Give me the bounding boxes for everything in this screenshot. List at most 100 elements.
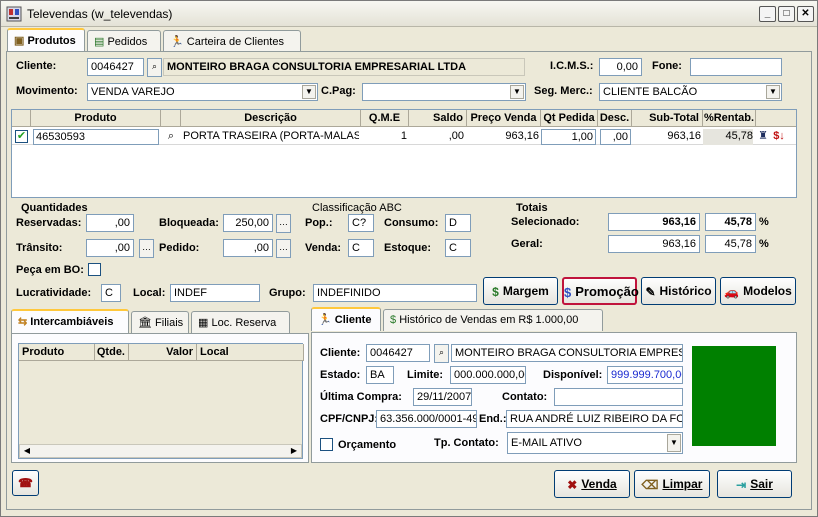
tp-contato-value: E-MAIL ATIVO — [511, 437, 582, 449]
chevron-down-icon[interactable]: ▼ — [766, 85, 780, 99]
product-lookup-icon[interactable]: ⌕ — [163, 129, 179, 145]
money-bag-icon[interactable]: ♜ — [756, 129, 770, 145]
contato-field — [554, 388, 683, 406]
products-grid: Produto Descrição Q.M.E Saldo Preço Vend… — [11, 109, 797, 198]
transito-label: Trânsito: — [16, 242, 63, 254]
left-grid-header-local[interactable]: Local — [197, 344, 304, 361]
orcamento-checkbox[interactable] — [320, 438, 333, 451]
consumo-field: D — [445, 214, 471, 232]
icms-field[interactable]: 0,00 — [599, 58, 642, 76]
tab-historico-vendas[interactable]: $ Histórico de Vendas em R$ 1.000,00 — [383, 309, 603, 331]
tab-filiais[interactable]: 🏛 Filiais — [131, 311, 189, 333]
cell-produto[interactable]: 46530593 — [33, 129, 159, 145]
cart-icon: ✖ — [567, 477, 578, 492]
panel-cliente-search-button[interactable]: ⌕ — [434, 344, 449, 363]
venda-label: Venda: — [305, 242, 342, 254]
cell-qme: 1 — [400, 130, 407, 142]
grid-header-btn — [161, 110, 181, 127]
tab-loc-reserva[interactable]: ▦ Loc. Reserva — [191, 311, 290, 333]
modelos-button[interactable]: 🚗 Modelos — [720, 277, 796, 305]
fone-label: Fone: — [652, 60, 682, 72]
historico-button[interactable]: ✎ Histórico — [641, 277, 716, 305]
margem-button[interactable]: $ Margem — [483, 277, 558, 305]
tab-intercambiaveis[interactable]: ⇆ Intercambiáveis — [11, 309, 129, 333]
grupo-field: INDEFINIDO — [313, 284, 477, 302]
estado-field: BA — [366, 366, 394, 384]
cpag-select[interactable]: ▼ — [362, 83, 526, 101]
movimento-select[interactable]: VENDA VAREJO ▼ — [87, 83, 318, 101]
movimento-label: Movimento: — [16, 85, 78, 97]
tab-produtos[interactable]: ▣ Produtos — [7, 28, 85, 52]
sair-label: Sair — [750, 477, 773, 491]
grid-header-descricao[interactable]: Descrição — [181, 110, 361, 127]
dollar-arrow-icon[interactable]: $↓ — [772, 129, 786, 145]
chevron-down-icon[interactable]: ▼ — [667, 434, 681, 452]
panel-cliente-name: MONTEIRO BRAGA CONSULTORIA EMPRESARIAL L… — [451, 344, 683, 362]
tab-produtos-label: Produtos — [27, 35, 76, 47]
tab-pedidos[interactable]: ▤ Pedidos — [87, 30, 161, 52]
cliente-search-button[interactable]: ⌕ — [147, 58, 162, 77]
tab-intercambiaveis-label: Intercambiáveis — [30, 316, 114, 328]
cell-desc[interactable]: ,00 — [600, 129, 631, 145]
estoque-field: C — [445, 239, 471, 257]
grid-header-qt-pedida[interactable]: Qt Pedida — [541, 110, 598, 127]
tab-carteira-clientes[interactable]: 🏃 Carteira de Clientes — [163, 30, 301, 52]
tab-cliente[interactable]: 🏃 Cliente — [311, 307, 381, 331]
close-button[interactable]: ✕ — [797, 6, 814, 22]
grid-header-check — [12, 110, 31, 127]
scroll-right-icon[interactable]: ▶ — [287, 445, 301, 457]
cell-saldo: ,00 — [448, 130, 464, 142]
tp-contato-select[interactable]: E-MAIL ATIVO ▼ — [507, 432, 683, 454]
selecionado-field: 963,16 — [608, 213, 700, 231]
tab-carteira-label: Carteira de Clientes — [186, 36, 284, 48]
disponivel-label: Disponível: — [543, 369, 603, 381]
telephone-button[interactable]: ☎ — [12, 470, 39, 496]
pecabo-checkbox[interactable] — [88, 263, 101, 276]
cliente-code-field[interactable]: 0046427 — [87, 58, 144, 76]
venda-button[interactable]: ✖ Venda — [554, 470, 630, 498]
grid-header-qme[interactable]: Q.M.E — [361, 110, 409, 127]
car-icon: 🚗 — [724, 284, 740, 299]
broom-icon: ⌫ — [641, 477, 659, 492]
cliente-label: Cliente: — [16, 60, 57, 72]
modelos-label: Modelos — [743, 284, 792, 298]
grid-header-saldo[interactable]: Saldo — [409, 110, 467, 127]
promocao-button[interactable]: $ Promoção — [562, 277, 639, 305]
grid-header-produto[interactable]: Produto — [31, 110, 161, 127]
scroll-left-icon[interactable]: ◀ — [20, 445, 34, 457]
left-grid-header-qtde[interactable]: Qtde. — [95, 344, 129, 361]
fone-field[interactable] — [690, 58, 782, 76]
grid-header-subtotal[interactable]: Sub-Total — [632, 110, 703, 127]
bloqueada-field: 250,00 — [223, 214, 273, 232]
totais-title: Totais — [516, 202, 548, 214]
lucratividade-label: Lucratividade: — [16, 287, 92, 299]
transito-field: ,00 — [86, 239, 134, 257]
tab-pedidos-label: Pedidos — [107, 36, 148, 48]
ultima-compra-label: Última Compra: — [320, 391, 402, 403]
maximize-button[interactable]: □ — [778, 6, 795, 22]
cell-qt-pedida[interactable]: 1,00 — [541, 129, 596, 145]
segmerc-value: CLIENTE BALCÃO — [603, 86, 698, 98]
pedido-details-button[interactable]: … — [276, 239, 291, 258]
bloqueada-details-button[interactable]: … — [276, 214, 291, 233]
cell-preco: 963,16 — [505, 130, 539, 142]
grid-header-desc[interactable]: Desc. — [598, 110, 632, 127]
limpar-button[interactable]: ⌫ Limpar — [634, 470, 710, 498]
sair-button[interactable]: ⇥ Sair — [717, 470, 792, 498]
transito-details-button[interactable]: … — [139, 239, 154, 258]
reservadas-field: ,00 — [86, 214, 134, 232]
table-row[interactable]: ✔ 46530593 ⌕ PORTA TRASEIRA (PORTA-MALAS… — [12, 128, 796, 145]
left-grid-header-produto[interactable]: Produto — [19, 344, 95, 361]
minimize-button[interactable]: _ — [759, 6, 776, 22]
segmerc-select[interactable]: CLIENTE BALCÃO ▼ — [599, 83, 782, 101]
limite-field: 000.000.000,00 — [450, 366, 526, 384]
row-checkbox[interactable]: ✔ — [15, 130, 28, 143]
grid-header-preco[interactable]: Preço Venda — [467, 110, 541, 127]
limite-label: Limite: — [407, 369, 444, 381]
horizontal-scrollbar[interactable]: ◀ ▶ — [19, 444, 302, 458]
left-grid-header-valor[interactable]: Valor — [129, 344, 197, 361]
chevron-down-icon[interactable]: ▼ — [302, 85, 316, 99]
grid-header-rentab[interactable]: %Rentab. — [703, 110, 756, 127]
chevron-down-icon[interactable]: ▼ — [510, 85, 524, 99]
limpar-label: Limpar — [662, 477, 703, 491]
